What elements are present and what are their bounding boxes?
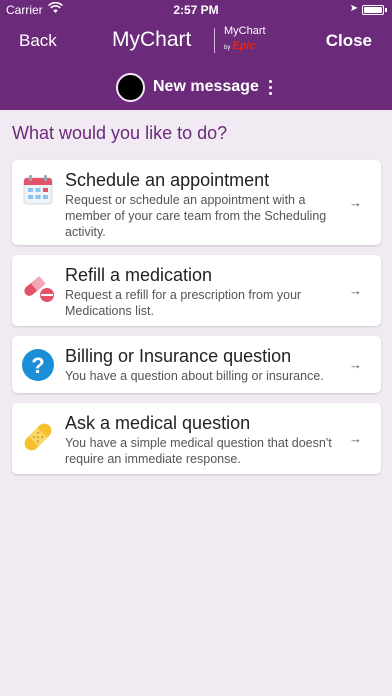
option-description: Request or schedule an appointment with …: [65, 193, 327, 239]
arrow-right-icon: →: [349, 431, 362, 446]
logo-epic: Epic: [232, 40, 256, 52]
avatar[interactable]: [116, 72, 145, 102]
new-message-title: New message: [153, 78, 259, 95]
close-button[interactable]: Close: [326, 31, 372, 51]
logo-chart: Chart: [140, 28, 192, 51]
option-refill-medication[interactable]: Refill a medication Request a refill for…: [12, 255, 381, 326]
status-bar: Carrier 2:57 PM ➤: [0, 0, 392, 20]
mychart-by-epic-logo: MyChart by Epic: [224, 26, 272, 53]
recipient-selector[interactable]: New message: [116, 72, 272, 102]
logo-small-mychart: MyChart: [224, 25, 266, 37]
battery-tip: [385, 8, 387, 12]
nav-bar: Back MyChart MyChart by Epic Close New me…: [0, 20, 392, 110]
arrow-right-icon: →: [349, 283, 362, 298]
option-title: Billing or Insurance question: [65, 346, 292, 366]
logo-by: by: [224, 45, 231, 51]
option-description: Request a refill for a prescription from…: [65, 288, 302, 318]
clock-time: 2:57 PM: [173, 3, 219, 17]
more-options-icon[interactable]: [268, 79, 272, 95]
page-prompt: What would you like to do?: [12, 123, 228, 143]
option-billing-insurance[interactable]: ? Billing or Insurance question You have…: [12, 336, 381, 393]
bandage-icon: [21, 420, 55, 454]
arrow-right-icon: →: [349, 357, 362, 372]
option-title: Refill a medication: [65, 265, 213, 285]
svg-text:?: ?: [31, 353, 44, 378]
option-schedule-appointment[interactable]: Schedule an appointment Request or sched…: [12, 160, 381, 245]
location-icon: ➤: [349, 3, 358, 14]
battery-icon: [362, 5, 384, 15]
option-description: You have a simple medical question that …: [65, 436, 332, 466]
option-ask-medical-question[interactable]: Ask a medical question You have a simple…: [12, 403, 381, 474]
arrow-right-icon: →: [349, 195, 362, 210]
mychart-logo: MyChart: [112, 28, 191, 52]
logo-divider: [214, 28, 215, 53]
pill-icon: [21, 270, 55, 304]
back-button[interactable]: Back: [19, 31, 57, 51]
option-title: Schedule an appointment: [65, 170, 270, 190]
option-description: You have a question about billing or ins…: [65, 369, 324, 383]
question-icon: ?: [21, 348, 55, 382]
logo-my: My: [112, 28, 140, 51]
calendar-icon: [21, 173, 55, 207]
option-title: Ask a medical question: [65, 413, 251, 433]
